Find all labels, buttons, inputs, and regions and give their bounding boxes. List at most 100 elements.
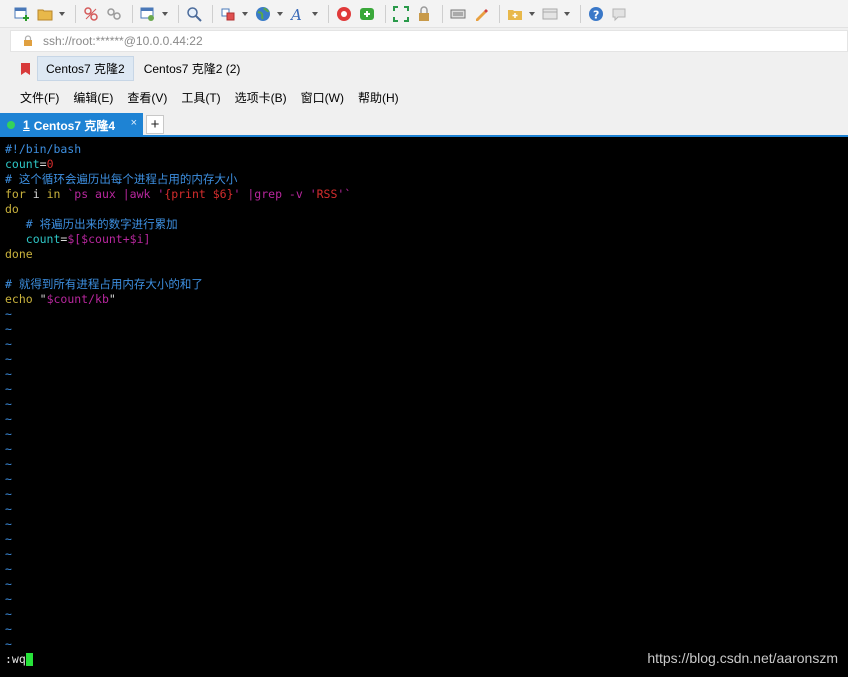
terminal-area[interactable]: #!/bin/bash count=0 # 这个循环会遍历出每个进程占用的内存大… bbox=[0, 137, 848, 677]
code-line-count-sum: count=$[$count+$i] bbox=[5, 232, 151, 247]
code-line-done: done bbox=[5, 247, 33, 261]
highlight-icon[interactable] bbox=[471, 4, 491, 24]
tab-strip: 1 Centos7 克隆4 × + bbox=[0, 113, 848, 137]
vim-empty-line-tilde: ~ bbox=[5, 487, 12, 501]
disconnect-icon[interactable] bbox=[81, 4, 101, 24]
vim-empty-line-tilde: ~ bbox=[5, 457, 12, 471]
code-line-count-init: count=0 bbox=[5, 157, 54, 172]
font-dropdown[interactable] bbox=[311, 4, 319, 24]
vim-command: :wq bbox=[5, 652, 26, 666]
vim-empty-line-tilde: ~ bbox=[5, 307, 12, 321]
menu-help[interactable]: 帮助(H) bbox=[351, 87, 406, 108]
bookmark-flag-icon[interactable] bbox=[19, 62, 33, 76]
code-line-comment-2: # 将遍历出来的数字进行累加 bbox=[5, 217, 178, 231]
menu-tabs[interactable]: 选项卡(B) bbox=[228, 87, 294, 108]
xftp-icon[interactable] bbox=[357, 4, 377, 24]
tab-number: 1 bbox=[23, 118, 30, 132]
code-token: " bbox=[108, 292, 116, 306]
toolbar-separator bbox=[212, 4, 213, 23]
new-tab-group-icon[interactable] bbox=[505, 4, 525, 24]
vim-empty-line-tilde: ~ bbox=[5, 367, 12, 381]
vim-empty-line-tilde: ~ bbox=[5, 607, 12, 621]
vim-empty-line-tilde: ~ bbox=[5, 637, 12, 651]
code-token: i bbox=[25, 187, 47, 201]
vim-empty-line-tilde: ~ bbox=[5, 517, 12, 531]
code-line-do: do bbox=[5, 202, 19, 216]
vim-empty-line-tilde: ~ bbox=[5, 502, 12, 516]
code-token: $[$count+$i] bbox=[67, 232, 151, 246]
vim-empty-line-tilde: ~ bbox=[5, 352, 12, 366]
vim-empty-line-tilde: ~ bbox=[5, 592, 12, 606]
menu-bar: 文件(F) 编辑(E) 查看(V) 工具(T) 选项卡(B) 窗口(W) 帮助(… bbox=[0, 85, 848, 109]
code-line-echo: echo "$count/kb" bbox=[5, 292, 116, 307]
xshell-icon[interactable] bbox=[334, 4, 354, 24]
menu-tools[interactable]: 工具(T) bbox=[174, 87, 227, 108]
open-folder-icon[interactable] bbox=[35, 4, 55, 24]
vim-empty-line-tilde: ~ bbox=[5, 337, 12, 351]
add-tab-button[interactable]: + bbox=[146, 115, 164, 134]
toolbar-separator bbox=[499, 4, 500, 23]
menu-file[interactable]: 文件(F) bbox=[13, 87, 66, 108]
code-token: $count/kb bbox=[46, 292, 109, 306]
menu-view[interactable]: 查看(V) bbox=[120, 87, 174, 108]
new-tab-group-dropdown[interactable] bbox=[528, 4, 536, 24]
toolbar-separator bbox=[75, 4, 76, 23]
main-toolbar: A ? bbox=[0, 0, 848, 28]
vim-empty-line-tilde: ~ bbox=[5, 547, 12, 561]
vim-empty-line-tilde: ~ bbox=[5, 472, 12, 486]
lock-icon bbox=[24, 35, 32, 46]
layout-dropdown[interactable] bbox=[563, 4, 571, 24]
properties-icon[interactable] bbox=[138, 4, 158, 24]
reconnect-icon[interactable] bbox=[104, 4, 124, 24]
help-icon[interactable]: ? bbox=[586, 4, 606, 24]
keyboard-icon[interactable] bbox=[448, 4, 468, 24]
toolbar-separator bbox=[385, 4, 386, 23]
terminal-cursor bbox=[25, 653, 33, 666]
address-text: ssh://root:******@10.0.0.44:22 bbox=[43, 34, 203, 48]
tab-close-icon[interactable]: × bbox=[131, 117, 137, 129]
vim-empty-line-tilde: ~ bbox=[5, 427, 12, 441]
menu-window[interactable]: 窗口(W) bbox=[294, 87, 351, 108]
vim-empty-line-tilde: ~ bbox=[5, 532, 12, 546]
session-link-centos7-clone2[interactable]: Centos7 克隆2 bbox=[37, 56, 134, 81]
address-bar[interactable]: ssh://root:******@10.0.0.44:22 bbox=[10, 30, 848, 52]
code-line-comment-3: # 就得到所有进程占用内存大小的和了 bbox=[5, 277, 203, 291]
transfer-dropdown[interactable] bbox=[241, 4, 249, 24]
session-link-centos7-clone2-2[interactable]: Centos7 克隆2 (2) bbox=[136, 57, 249, 80]
vim-empty-line-tilde: ~ bbox=[5, 442, 12, 456]
code-token: {print $6} bbox=[164, 187, 234, 201]
tab-title: Centos7 克隆4 bbox=[33, 118, 116, 133]
vim-command-line[interactable]: :wq bbox=[5, 652, 33, 667]
session-links-bar: Centos7 克隆2 Centos7 克隆2 (2) bbox=[0, 55, 848, 82]
globe-icon[interactable] bbox=[253, 4, 273, 24]
find-icon[interactable] bbox=[184, 4, 204, 24]
layout-icon[interactable] bbox=[540, 4, 560, 24]
tab-centos7-clone4[interactable]: 1 Centos7 克隆4 × bbox=[0, 113, 143, 137]
code-token: echo bbox=[5, 292, 33, 306]
code-line-shebang: #!/bin/bash bbox=[5, 142, 82, 156]
code-token: in bbox=[46, 187, 61, 201]
transfer-icon[interactable] bbox=[218, 4, 238, 24]
chat-icon[interactable] bbox=[609, 4, 629, 24]
code-token: count bbox=[5, 232, 61, 246]
fullscreen-icon[interactable] bbox=[391, 4, 411, 24]
code-token: " bbox=[32, 292, 47, 306]
watermark: https://blog.csdn.net/aaronszm bbox=[647, 650, 838, 666]
new-session-icon[interactable] bbox=[12, 4, 32, 24]
vim-empty-line-tilde: ~ bbox=[5, 412, 12, 426]
code-line-for: for i in `ps aux |awk '{print $6}' |grep… bbox=[5, 187, 351, 202]
menu-edit[interactable]: 编辑(E) bbox=[66, 87, 120, 108]
open-folder-dropdown[interactable] bbox=[58, 4, 66, 24]
toolbar-separator bbox=[580, 4, 581, 23]
code-token: 0 bbox=[46, 157, 54, 171]
font-icon[interactable]: A bbox=[288, 4, 308, 24]
vim-empty-line-tilde: ~ bbox=[5, 322, 12, 336]
properties-dropdown[interactable] bbox=[161, 4, 169, 24]
code-token: '` bbox=[337, 187, 352, 201]
globe-dropdown[interactable] bbox=[276, 4, 284, 24]
lock-icon[interactable] bbox=[414, 4, 434, 24]
svg-text:A: A bbox=[290, 6, 302, 22]
vim-empty-line-tilde: ~ bbox=[5, 622, 12, 636]
connection-status-icon bbox=[7, 121, 15, 129]
code-token: `ps aux |awk ' bbox=[60, 187, 165, 201]
